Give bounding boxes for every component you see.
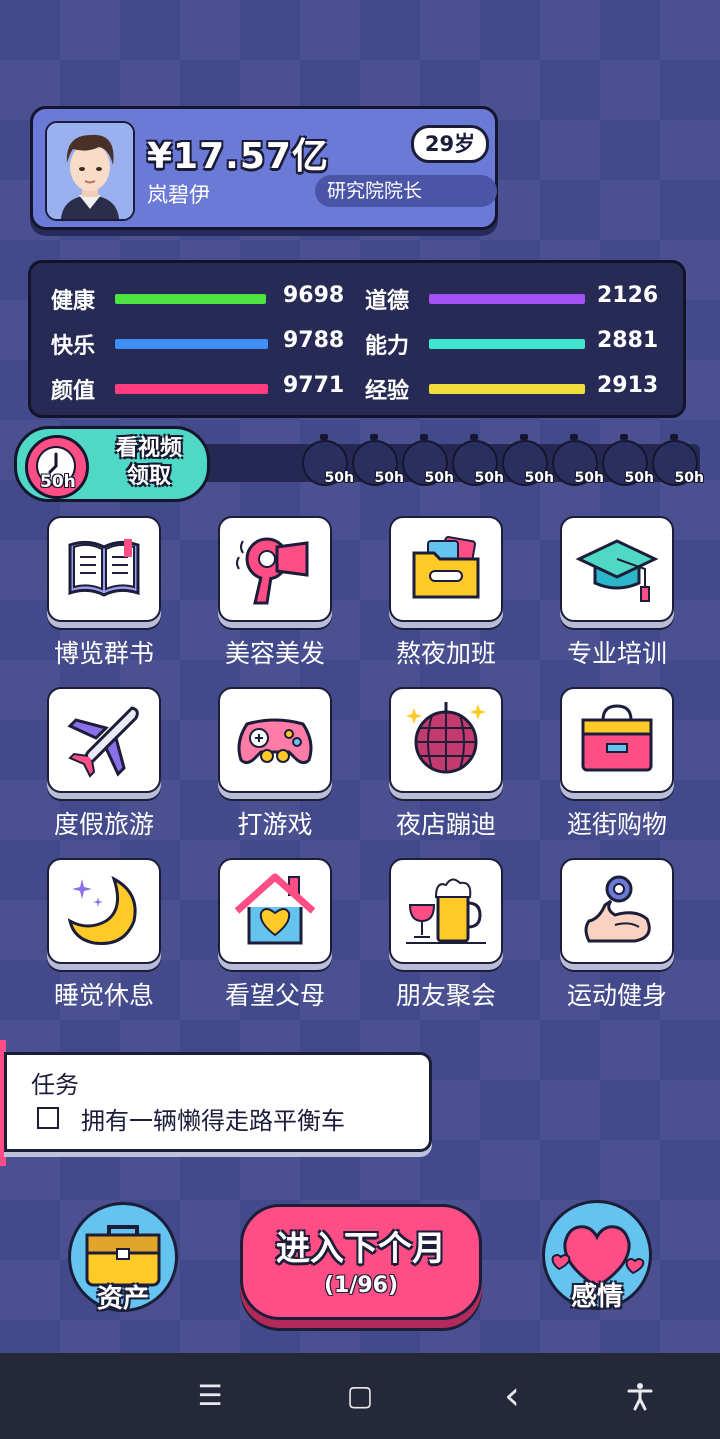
activity-label: 打游戏 xyxy=(237,810,313,839)
age-badge: 29岁 xyxy=(411,125,489,163)
assets-label: 资产 xyxy=(96,1284,149,1314)
task-title: 任务 xyxy=(31,1071,79,1099)
stat-happiness: 快乐 9788 xyxy=(51,322,351,362)
activity-label: 专业培训 xyxy=(566,639,667,668)
avatar[interactable] xyxy=(45,121,135,221)
video-label: 看视频 领取 xyxy=(115,436,182,489)
graduation-cap-icon xyxy=(575,539,659,602)
timer-icon[interactable]: 50h xyxy=(652,434,704,486)
activity-reading[interactable]: 博览群书 xyxy=(18,516,190,680)
system-nav-bar: ☰ ▢ ‹ xyxy=(0,1353,720,1439)
activity-label: 夜店蹦迪 xyxy=(395,810,496,839)
money-amount: ¥17.57亿 xyxy=(147,136,329,177)
activity-label: 睡觉休息 xyxy=(53,981,154,1010)
stat-value: 2881 xyxy=(597,328,659,353)
next-month-label: 进入下个月 xyxy=(276,1229,446,1269)
stat-bar xyxy=(115,384,268,394)
stat-label: 道德 xyxy=(365,289,410,314)
accessibility-icon[interactable] xyxy=(610,1373,670,1419)
relationship-label: 感情 xyxy=(570,1282,623,1312)
stat-value: 2913 xyxy=(597,373,659,398)
activity-label: 朋友聚会 xyxy=(395,981,496,1010)
assets-button[interactable]: 资产 xyxy=(68,1202,178,1314)
stat-label: 能力 xyxy=(365,334,410,359)
beer-icon xyxy=(406,878,486,944)
hair-dryer-icon xyxy=(236,537,309,605)
activity-training[interactable]: 专业培训 xyxy=(531,516,703,680)
task-checkbox[interactable] xyxy=(37,1107,59,1129)
back-icon[interactable]: ‹ xyxy=(482,1373,542,1419)
stat-looks: 颜值 9771 xyxy=(51,367,351,407)
activity-friends-party[interactable]: 朋友聚会 xyxy=(360,858,532,1022)
stat-label: 经验 xyxy=(365,379,410,404)
job-title: 研究院院长 xyxy=(315,175,497,207)
video-badge: 50h xyxy=(40,472,76,492)
stat-ability: 能力 2881 xyxy=(365,322,665,362)
timer-track: 50h 50h 50h 50h 50h 50h 50h 50h xyxy=(200,434,704,486)
relationship-button[interactable]: 感情 xyxy=(542,1200,652,1312)
stat-value: 9698 xyxy=(283,283,345,308)
profile-card[interactable]: ¥17.57亿 岚碧伊 29岁 研究院院长 xyxy=(30,106,498,230)
muscle-icon xyxy=(584,875,651,943)
gamepad-icon xyxy=(237,718,313,765)
activity-visit-parents[interactable]: 看望父母 xyxy=(189,858,361,1022)
home-heart-icon xyxy=(234,873,316,945)
activity-label: 度假旅游 xyxy=(53,810,154,839)
timer-icon[interactable]: 50h xyxy=(502,434,554,486)
stats-panel: 健康 9698 道德 2126 快乐 9788 能力 2881 颜值 9771 … xyxy=(28,260,686,418)
stat-morality: 道德 2126 xyxy=(365,277,665,317)
timer-icon[interactable]: 50h xyxy=(552,434,604,486)
stat-value: 9788 xyxy=(283,328,345,353)
timer-icon[interactable]: 50h xyxy=(352,434,404,486)
folder-icon xyxy=(412,536,480,599)
activity-label: 运动健身 xyxy=(566,981,667,1010)
activity-shopping[interactable]: 逛街购物 xyxy=(531,687,703,851)
activity-label: 逛街购物 xyxy=(566,810,667,839)
activity-label: 美容美发 xyxy=(224,639,325,668)
timer-icon[interactable]: 50h xyxy=(602,434,654,486)
month-progress: (1/96) xyxy=(323,1273,399,1298)
activity-fitness[interactable]: 运动健身 xyxy=(531,858,703,1022)
stat-label: 快乐 xyxy=(51,334,96,359)
activity-gaming[interactable]: 打游戏 xyxy=(189,687,361,851)
stat-health: 健康 9698 xyxy=(51,277,351,317)
watch-video-button[interactable]: 50h 看视频 领取 xyxy=(14,426,210,502)
stat-experience: 经验 2913 xyxy=(365,367,665,407)
timer-icon[interactable]: 50h xyxy=(452,434,504,486)
task-panel[interactable]: 任务 拥有一辆懒得走路平衡车 xyxy=(4,1052,432,1152)
activity-beauty[interactable]: 美容美发 xyxy=(189,516,361,680)
activity-sleep[interactable]: 睡觉休息 xyxy=(18,858,190,1022)
airplane-icon xyxy=(67,706,139,778)
stat-bar xyxy=(429,339,585,349)
task-item: 拥有一辆懒得走路平衡车 xyxy=(81,1107,345,1135)
shopping-bag-icon xyxy=(581,704,653,772)
player-name: 岚碧伊 xyxy=(147,183,210,207)
stat-bar xyxy=(115,294,266,304)
stat-value: 2126 xyxy=(597,283,659,308)
stat-label: 颜值 xyxy=(51,379,96,404)
activity-overtime[interactable]: 熬夜加班 xyxy=(360,516,532,680)
activity-label: 熬夜加班 xyxy=(395,639,496,668)
home-icon[interactable]: ▢ xyxy=(330,1373,390,1419)
stat-bar xyxy=(429,294,585,304)
menu-icon[interactable]: ☰ xyxy=(180,1373,240,1419)
moon-icon xyxy=(67,875,137,946)
timer-icon[interactable]: 50h xyxy=(402,434,454,486)
stat-value: 9771 xyxy=(283,373,345,398)
activity-nightclub[interactable]: 夜店蹦迪 xyxy=(360,687,532,851)
book-icon xyxy=(68,539,140,597)
stat-bar xyxy=(429,384,585,394)
activity-label: 博览群书 xyxy=(53,639,154,668)
activity-travel[interactable]: 度假旅游 xyxy=(18,687,190,851)
timer-icon[interactable]: 50h xyxy=(302,434,354,486)
stat-label: 健康 xyxy=(51,289,96,314)
stat-bar xyxy=(115,339,268,349)
next-month-button[interactable]: 进入下个月 (1/96) xyxy=(240,1204,482,1320)
disco-ball-icon xyxy=(406,702,486,774)
activity-label: 看望父母 xyxy=(224,981,325,1010)
stopwatch-icon: 50h xyxy=(25,435,89,499)
